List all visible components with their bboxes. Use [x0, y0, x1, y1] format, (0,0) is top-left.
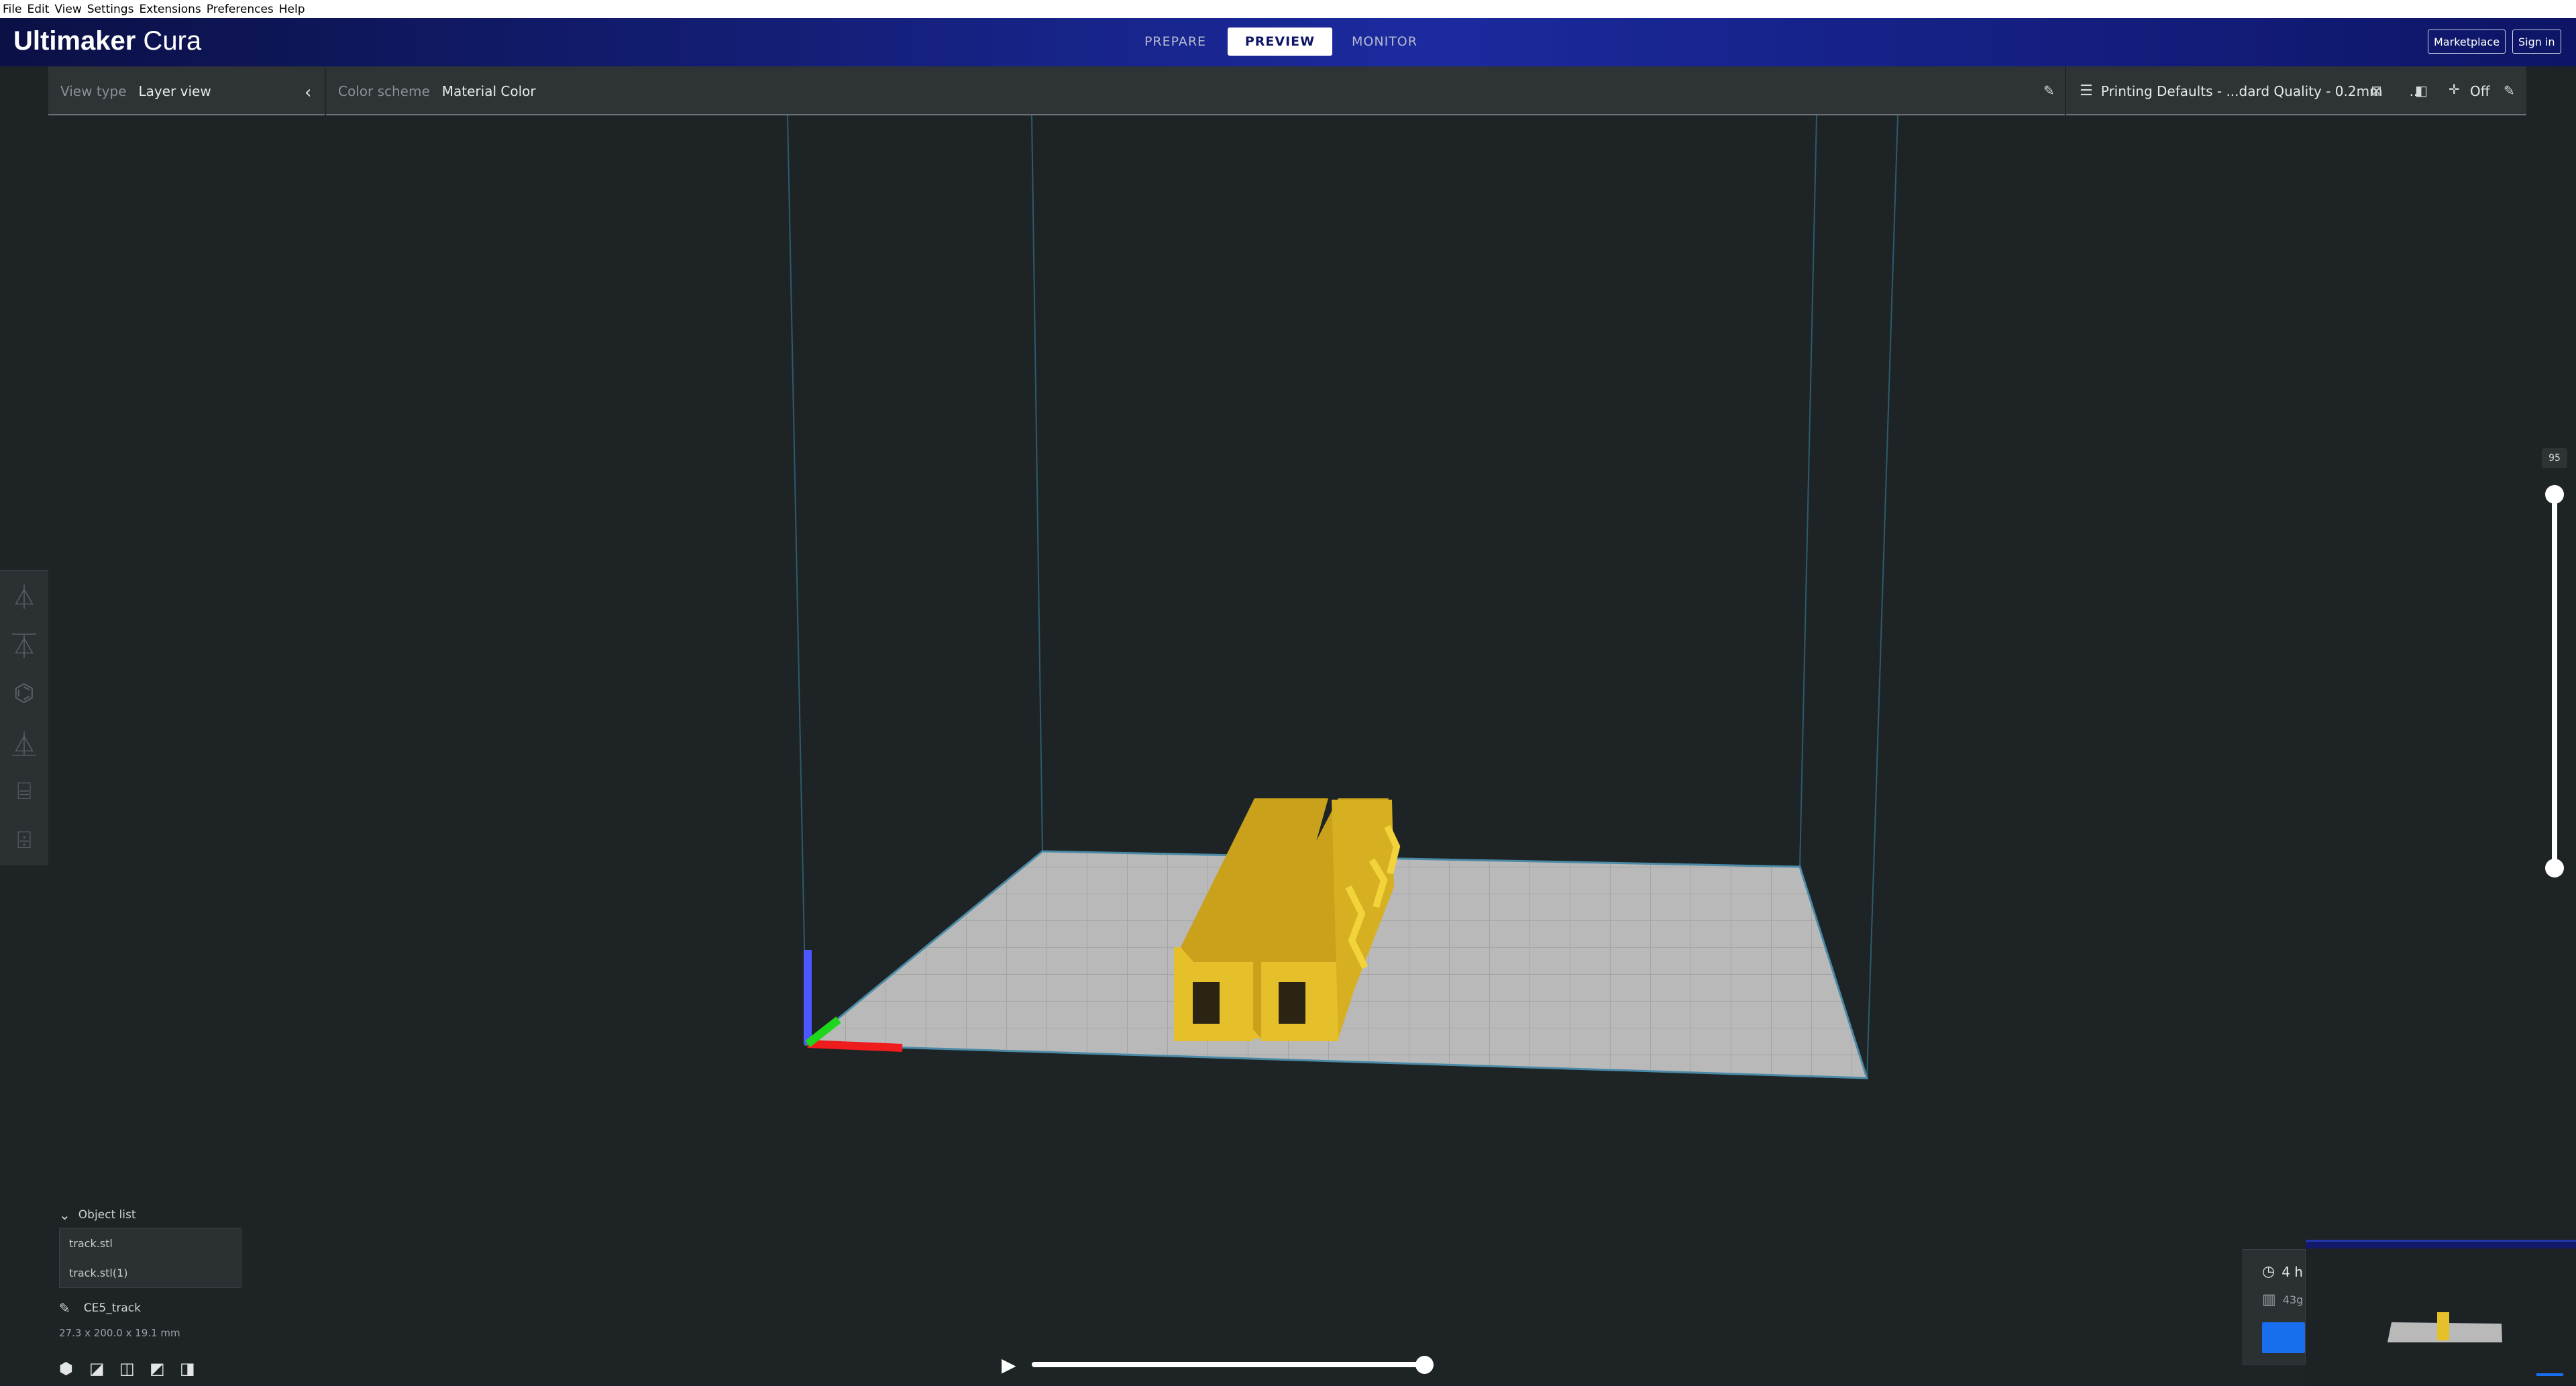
layer-slider-bottom-handle[interactable]	[2545, 859, 2564, 877]
volume-edge-front-left	[787, 115, 807, 1045]
layer-slider[interactable]: 95	[2541, 448, 2568, 891]
simulation-slider-handle[interactable]	[1415, 1356, 1434, 1374]
move-icon: ⏃	[11, 584, 36, 612]
volume-edge-front-right	[1866, 115, 1898, 1079]
cura-window: File Edit View Settings Extensions Prefe…	[0, 0, 2576, 1386]
object-list-title: Object list	[78, 1208, 136, 1222]
move-tool-button[interactable]: ⏃	[0, 571, 48, 620]
thumbnail-scene	[2387, 1312, 2563, 1376]
toolbar-divider-right	[2065, 66, 2066, 115]
stage-tabs: PREPARE PREVIEW MONITOR	[1123, 28, 1437, 56]
print-time-row: ◷ 4 h	[2262, 1263, 2305, 1280]
color-scheme-value: Material Color	[441, 83, 536, 99]
thumbnail-model	[2437, 1312, 2449, 1340]
profile-name: Printing Defaults - ...dard Quality - 0.…	[2100, 83, 2383, 99]
camera-view-buttons: ⬢ ◪ ◫ ◩ ◨	[59, 1359, 314, 1379]
menu-file[interactable]: File	[3, 3, 21, 16]
per-model-settings-button[interactable]: ⌸	[0, 767, 48, 816]
rotate-tool-button[interactable]: ⌬	[0, 669, 48, 718]
infill-icon: ⊠	[2371, 83, 2382, 99]
print-time: 4 h	[2282, 1263, 2303, 1280]
scale-tool-button[interactable]: ⏄	[0, 620, 48, 669]
play-simulation-icon[interactable]: ▶	[1002, 1354, 1016, 1376]
material-weight: 43g	[2282, 1293, 2304, 1306]
model-dimensions: 27.3 x 200.0 x 19.1 mm	[59, 1327, 180, 1339]
adhesion-icon: ✛	[2449, 81, 2460, 97]
logo-bold-text: Ultimaker	[13, 26, 136, 56]
color-scheme-selector[interactable]: Color scheme Material Color	[338, 66, 536, 115]
build-volume-scene	[787, 115, 1898, 1079]
support-blocker-icon: ⌹	[17, 826, 32, 854]
job-name: CE5_track	[83, 1301, 141, 1315]
menu-extensions[interactable]: Extensions	[139, 3, 201, 16]
adhesion-value: Off	[2470, 66, 2490, 115]
spool-icon: ▥	[2262, 1291, 2276, 1308]
object-list-toggle[interactable]: ⌄ Object list	[59, 1202, 314, 1228]
per-model-settings-icon: ⌸	[17, 777, 32, 805]
menu-settings[interactable]: Settings	[87, 3, 134, 16]
rail-left-slot	[1193, 982, 1220, 1024]
view-type-label: View type	[60, 83, 127, 99]
thumbnail-header-bar	[2306, 1242, 2576, 1248]
support-blocker-button[interactable]: ⌹	[0, 816, 48, 865]
menu-view[interactable]: View	[54, 3, 81, 16]
app-logo: Ultimaker Cura	[13, 26, 201, 56]
left-view-icon[interactable]: ◩	[150, 1359, 180, 1379]
view-toolbar: View type Layer view ‹ Color scheme Mate…	[48, 66, 2526, 115]
custom-settings-pencil-icon[interactable]: ✎	[2504, 83, 2515, 99]
view-type-value: Layer view	[138, 83, 211, 99]
top-view-icon[interactable]: ◫	[119, 1359, 150, 1379]
os-menubar: File Edit View Settings Extensions Prefe…	[0, 0, 2576, 18]
thumbnail-blue-mark	[2536, 1373, 2563, 1376]
print-information-panel: ◷ 4 h ▥ 43g	[2243, 1249, 2306, 1365]
menu-help[interactable]: Help	[279, 3, 305, 16]
tab-prepare[interactable]: PREPARE	[1123, 28, 1228, 56]
x-axis-indicator	[807, 1040, 903, 1052]
mirror-tool-button[interactable]: ⏅	[0, 718, 48, 767]
tab-monitor[interactable]: MONITOR	[1332, 28, 1437, 56]
chevron-left-icon[interactable]: ‹	[305, 83, 311, 103]
volume-edge-back-right	[1799, 115, 1817, 867]
left-toolbar: ⏃ ⏄ ⌬ ⏅ ⌸ ⌹	[0, 570, 48, 865]
object-list-box: track.stl track.stl(1)	[59, 1228, 241, 1288]
edit-pencil-icon[interactable]: ✎	[2043, 83, 2055, 99]
job-name-row[interactable]: ✎ CE5_track	[59, 1300, 314, 1316]
toolbar-divider	[325, 66, 326, 115]
layer-slider-track[interactable]	[2552, 485, 2557, 877]
pencil-icon: ✎	[59, 1300, 70, 1316]
3d-view-icon[interactable]: ⬢	[59, 1359, 89, 1379]
screenshot-thumbnail[interactable]	[2306, 1240, 2576, 1386]
save-to-disk-button[interactable]	[2262, 1322, 2305, 1353]
3d-viewport[interactable]	[0, 115, 2576, 1386]
logo-light-text: Cura	[136, 26, 202, 56]
menu-edit[interactable]: Edit	[27, 3, 49, 16]
layer-number-label: 95	[2542, 448, 2567, 468]
app-header: Ultimaker Cura PREPARE PREVIEW MONITOR M…	[0, 18, 2576, 66]
menu-preferences[interactable]: Preferences	[207, 3, 274, 16]
chevron-down-icon: ⌄	[59, 1207, 70, 1223]
clock-icon: ◷	[2262, 1263, 2275, 1280]
marketplace-button[interactable]: Marketplace	[2428, 30, 2506, 54]
scale-icon: ⏄	[11, 633, 36, 661]
volume-edge-back-left	[1031, 115, 1043, 852]
right-view-icon[interactable]: ◨	[180, 1359, 210, 1379]
rotate-icon: ⌬	[13, 680, 35, 707]
mirror-icon: ⏅	[11, 731, 36, 759]
front-view-icon[interactable]: ◪	[89, 1359, 119, 1379]
layer-slider-top-handle[interactable]	[2545, 485, 2564, 504]
support-icon: ◧	[2415, 83, 2428, 99]
view-type-selector[interactable]: View type Layer view	[60, 66, 211, 115]
material-row: ▥ 43g	[2262, 1291, 2305, 1308]
object-list-item[interactable]: track.stl	[69, 1228, 241, 1258]
simulation-slider-track[interactable]	[1032, 1362, 1429, 1367]
tab-preview[interactable]: PREVIEW	[1228, 28, 1332, 56]
profile-icon: ☰	[2080, 83, 2093, 99]
object-list-item[interactable]: track.stl(1)	[69, 1258, 241, 1287]
rail-right-slot	[1279, 982, 1305, 1024]
object-list-panel: ⌄ Object list track.stl track.stl(1) ✎ C…	[59, 1202, 314, 1379]
support-value: Off	[2470, 83, 2490, 99]
sign-in-button[interactable]: Sign in	[2512, 30, 2561, 54]
color-scheme-label: Color scheme	[338, 83, 430, 99]
